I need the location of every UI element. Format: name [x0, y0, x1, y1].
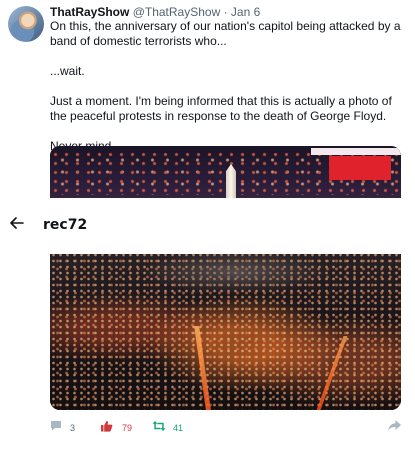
tweet-paragraph: On this, the anniversary of our nation's…	[50, 19, 401, 48]
handle-date[interactable]: @ThatRayShow · Jan 6	[133, 5, 261, 19]
photo-tv-banner	[329, 156, 391, 180]
retweet-icon	[152, 420, 166, 434]
share-icon	[388, 420, 401, 433]
tweet-header: ThatRayShow @ThatRayShow · Jan 6	[50, 5, 260, 20]
avatar[interactable]	[8, 6, 44, 42]
share-button[interactable]	[388, 420, 401, 433]
tweet-paragraph: ...wait.	[50, 64, 85, 78]
retweet-count: 41	[173, 423, 184, 433]
photo-smoke	[140, 250, 330, 294]
like-button[interactable]: 79	[100, 420, 132, 434]
like-icon	[100, 420, 113, 434]
back-button[interactable]	[4, 212, 30, 238]
display-name[interactable]: ThatRayShow	[50, 5, 129, 19]
tweet-photo[interactable]	[50, 146, 401, 410]
tweet-text: On this, the anniversary of our nation's…	[50, 19, 405, 154]
reply-count: 3	[70, 423, 76, 433]
tweet-actions: 3 79 41	[50, 420, 405, 438]
reply-icon	[50, 420, 62, 433]
tweet-paragraph: Just a moment. I'm being informed that t…	[50, 94, 392, 123]
reply-button[interactable]: 3	[50, 420, 75, 433]
photo-tv-frame	[311, 148, 401, 155]
like-count: 79	[122, 423, 133, 433]
conversation-title: rec72	[43, 217, 88, 233]
back-arrow-icon	[10, 216, 24, 234]
tweet: ThatRayShow @ThatRayShow · Jan 6 On this…	[0, 0, 415, 450]
conversation-header: rec72	[0, 198, 415, 254]
retweet-button[interactable]: 41	[152, 420, 183, 434]
